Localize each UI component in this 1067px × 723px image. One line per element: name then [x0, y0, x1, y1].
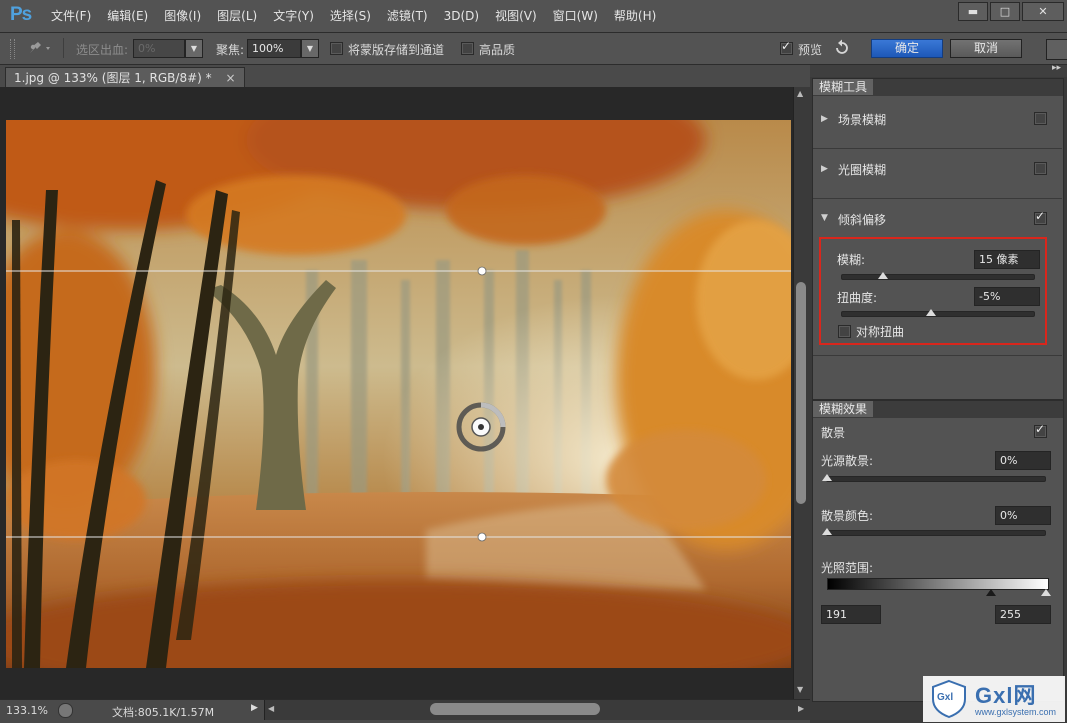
- watermark-brand: Gxl网: [975, 683, 1037, 708]
- save-mask-checkbox[interactable]: [330, 42, 343, 55]
- light-range-high-field[interactable]: 255: [995, 605, 1051, 624]
- light-range-label: 光照范围:: [821, 561, 874, 575]
- photoshop-logo-icon: Ps: [10, 4, 32, 25]
- minimize-button[interactable]: ▬: [958, 2, 988, 21]
- annotation-highlight-box: [819, 237, 1047, 345]
- document-tab[interactable]: 1.jpg @ 133% (图层 1, RGB/8#) * ×: [5, 67, 245, 88]
- blur-tools-tabstrip: 模糊工具: [813, 79, 1063, 96]
- expand-iris-blur-icon[interactable]: ▶: [821, 164, 828, 174]
- blur-effects-tabstrip: 模糊效果: [813, 401, 1063, 418]
- blur-effects-panel: 模糊效果: [812, 400, 1064, 702]
- vertical-scroll-thumb[interactable]: [796, 282, 806, 504]
- watermark: Gxl Gxl网 www.gxlsystem.com: [923, 676, 1065, 722]
- expand-field-blur-icon[interactable]: ▶: [821, 114, 828, 124]
- panel-dock-header: ▸▸: [810, 63, 1067, 77]
- bokeh-color-slider-knob[interactable]: [822, 528, 832, 535]
- divider: [63, 38, 64, 58]
- bokeh-color-slider[interactable]: [826, 530, 1046, 536]
- focus-field[interactable]: 100%: [247, 39, 301, 58]
- options-bar-grip[interactable]: [10, 39, 15, 59]
- divider: [813, 198, 1062, 199]
- window-controls: ▬ □ ✕: [958, 2, 1064, 21]
- light-range-low-field[interactable]: 191: [821, 605, 881, 624]
- selection-bleed-label: 选区出血:: [76, 43, 129, 57]
- watermark-logo-text: Gxl: [937, 692, 954, 703]
- light-range-high-knob[interactable]: [1041, 589, 1051, 596]
- preview-checkbox[interactable]: [780, 39, 793, 55]
- panel-overflow-button[interactable]: [1046, 39, 1067, 60]
- status-menu-arrow-icon[interactable]: ▶: [251, 703, 258, 713]
- menu-3d[interactable]: 3D(D): [436, 0, 487, 32]
- document-tab-close[interactable]: ×: [225, 71, 235, 85]
- preview-label: 预览: [798, 43, 823, 57]
- focus-dropdown[interactable]: ▼: [301, 39, 319, 58]
- menu-type[interactable]: 文字(Y): [265, 0, 322, 32]
- pin-tool-icon[interactable]: [24, 38, 54, 61]
- light-range-low-knob[interactable]: [986, 589, 996, 596]
- status-info-icon[interactable]: [58, 703, 73, 718]
- light-range-gradient[interactable]: [827, 578, 1049, 590]
- scroll-down-icon[interactable]: ▼: [797, 685, 803, 694]
- menu-image[interactable]: 图像(I): [156, 0, 209, 32]
- light-bokeh-field[interactable]: 0%: [995, 451, 1051, 470]
- iris-blur-label[interactable]: 光圈模糊: [838, 161, 886, 178]
- blur-tools-tab[interactable]: 模糊工具: [813, 79, 874, 95]
- scroll-right-icon[interactable]: ▶: [798, 704, 804, 713]
- light-bokeh-label: 光源散景:: [821, 454, 874, 468]
- menu-view[interactable]: 视图(V): [487, 0, 545, 32]
- bokeh-checkbox[interactable]: [1034, 422, 1047, 438]
- maximize-button[interactable]: □: [990, 2, 1020, 21]
- menu-edit[interactable]: 编辑(E): [99, 0, 156, 32]
- close-button[interactable]: ✕: [1022, 2, 1064, 21]
- field-blur-checkbox[interactable]: [1034, 112, 1047, 125]
- save-mask-label: 将蒙版存储到通道: [348, 43, 445, 57]
- menu-layer[interactable]: 图层(L): [209, 0, 265, 32]
- menu-filter[interactable]: 滤镜(T): [379, 0, 436, 32]
- horizontal-scroll-thumb[interactable]: [430, 703, 600, 715]
- tilt-shift-label[interactable]: 倾斜偏移: [838, 211, 886, 228]
- document-info: 文档:805.1K/1.57M: [112, 706, 215, 719]
- field-blur-label[interactable]: 场景模糊: [838, 111, 886, 128]
- selection-bleed-field[interactable]: 0%: [133, 39, 185, 58]
- menu-help[interactable]: 帮助(H): [606, 0, 664, 32]
- canvas-image[interactable]: [6, 120, 791, 668]
- main-menu: 文件(F) 编辑(E) 图像(I) 图层(L) 文字(Y) 选择(S) 滤镜(T…: [43, 0, 664, 32]
- document-tab-title: 1.jpg @ 133% (图层 1, RGB/8#) *: [14, 71, 212, 85]
- scroll-left-icon[interactable]: ◀: [268, 704, 274, 713]
- ok-button[interactable]: 确定: [871, 39, 943, 58]
- focus-label: 聚焦:: [216, 43, 245, 57]
- menu-file[interactable]: 文件(F): [43, 0, 99, 32]
- selection-bleed-dropdown[interactable]: ▼: [185, 39, 203, 58]
- collapse-tilt-shift-icon[interactable]: ▼: [821, 213, 828, 223]
- light-bokeh-slider-knob[interactable]: [822, 474, 832, 481]
- bokeh-color-label: 散景颜色:: [821, 509, 874, 523]
- bokeh-label: 散景: [821, 426, 846, 440]
- divider: [813, 355, 1062, 356]
- iris-blur-checkbox[interactable]: [1034, 162, 1047, 175]
- divider: [813, 148, 1062, 149]
- high-quality-checkbox[interactable]: [461, 42, 474, 55]
- blur-effects-tab[interactable]: 模糊效果: [813, 401, 874, 417]
- light-bokeh-slider[interactable]: [826, 476, 1046, 482]
- cancel-button[interactable]: 取消: [950, 39, 1022, 58]
- reset-icon[interactable]: [832, 38, 852, 61]
- bokeh-color-field[interactable]: 0%: [995, 506, 1051, 525]
- watermark-url: www.gxlsystem.com: [975, 707, 1057, 717]
- menu-window[interactable]: 窗口(W): [545, 0, 606, 32]
- menu-select[interactable]: 选择(S): [322, 0, 379, 32]
- scroll-up-icon[interactable]: ▲: [797, 89, 803, 98]
- tilt-shift-checkbox[interactable]: [1034, 209, 1047, 225]
- zoom-level[interactable]: 133.1%: [6, 704, 48, 717]
- high-quality-label: 高品质: [479, 43, 516, 57]
- collapse-panels-icon[interactable]: ▸▸: [1052, 63, 1061, 73]
